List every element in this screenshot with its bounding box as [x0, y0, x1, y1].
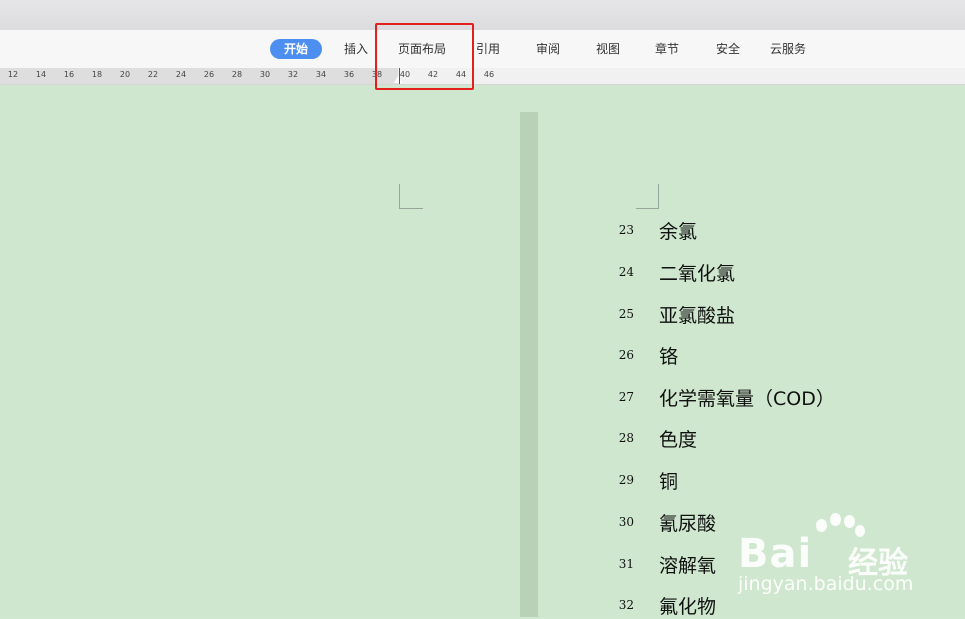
tab-section[interactable]: 章节	[649, 39, 685, 59]
item-number: 32	[618, 598, 634, 612]
document-page-left[interactable]	[0, 112, 520, 617]
tab-home[interactable]: 开始	[270, 39, 322, 59]
ruler-tick-label: 18	[91, 70, 103, 79]
item-name: 铬	[659, 346, 679, 368]
item-number: 27	[618, 390, 634, 404]
item-number: 26	[618, 348, 634, 362]
ruler-tick-label: 22	[147, 70, 159, 79]
ruler-tick-label: 26	[203, 70, 215, 79]
item-name: 色度	[659, 429, 698, 451]
ruler-tick-label: 30	[259, 70, 271, 79]
ruler-tick-label: 14	[35, 70, 47, 79]
window-title-bar	[0, 0, 965, 30]
ruler-tick-label: 46	[483, 70, 495, 79]
ribbon-menu-bar: 开始 插入 页面布局 引用 审阅 视图 章节 安全 云服务	[0, 30, 965, 69]
ruler-tick-label: 20	[119, 70, 131, 79]
ruler-margin-area	[0, 68, 398, 84]
tab-security[interactable]: 安全	[710, 39, 746, 59]
text-area-corner-mark	[636, 184, 659, 209]
item-number: 31	[618, 557, 634, 571]
item-name: 溶解氧	[659, 555, 717, 577]
item-name: 铜	[659, 471, 679, 493]
tab-view[interactable]: 视图	[590, 39, 626, 59]
tab-references[interactable]: 引用	[470, 39, 506, 59]
tab-insert[interactable]: 插入	[338, 39, 374, 59]
ruler-tick-label: 34	[315, 70, 327, 79]
item-name: 氟化物	[659, 596, 717, 618]
page-layout-highlight-box	[375, 23, 474, 90]
ruler-tick-label: 16	[63, 70, 75, 79]
horizontal-ruler[interactable]: 12 14 16 18 20 22 24 26 28 30 32 34 36 3…	[0, 68, 965, 85]
item-number: 24	[618, 265, 634, 279]
item-number: 25	[618, 307, 634, 321]
ruler-tick-label: 24	[175, 70, 187, 79]
item-name: 化学需氧量（COD）	[659, 388, 835, 410]
ruler-tick-label: 28	[231, 70, 243, 79]
item-name: 亚氯酸盐	[659, 305, 736, 327]
text-area-corner-mark	[399, 184, 423, 209]
item-number: 23	[618, 223, 634, 237]
item-number: 30	[618, 515, 634, 529]
item-name: 氰尿酸	[659, 513, 717, 535]
ruler-tick-label: 36	[343, 70, 355, 79]
tab-review[interactable]: 审阅	[530, 39, 566, 59]
document-page-right[interactable]	[538, 112, 965, 617]
item-number: 28	[618, 431, 634, 445]
item-name: 二氧化氯	[659, 263, 736, 285]
page-gap	[520, 112, 538, 617]
ruler-tick-label: 32	[287, 70, 299, 79]
item-number: 29	[618, 473, 634, 487]
ruler-tick-label: 12	[7, 70, 19, 79]
item-name: 余氯	[659, 221, 698, 243]
tab-cloud-service[interactable]: 云服务	[765, 39, 811, 59]
